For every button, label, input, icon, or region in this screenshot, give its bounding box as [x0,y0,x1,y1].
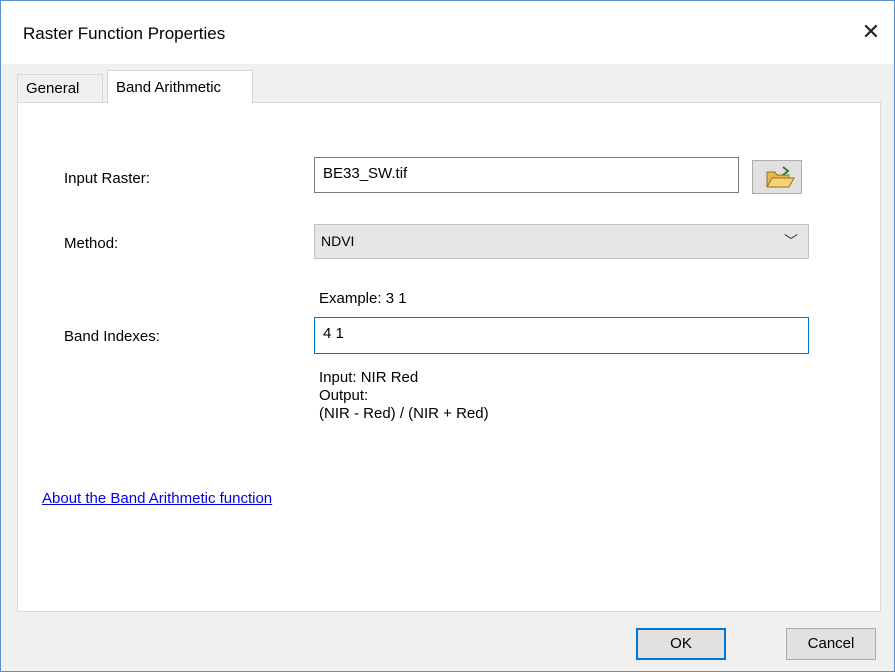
tab-band-arithmetic[interactable]: Band Arithmetic [107,70,253,104]
method-dropdown[interactable]: NDVI ﹀ [314,224,809,259]
title-bar: Raster Function Properties ✕ [1,1,894,64]
ok-button[interactable]: OK [636,628,726,660]
formula-hint: (NIR - Red) / (NIR + Red) [319,405,489,422]
band-indexes-label: Band Indexes: [64,328,160,345]
method-value: NDVI [321,233,355,249]
input-hint: Input: NIR Red [319,369,419,386]
open-folder-icon [766,166,795,188]
raster-function-properties-dialog: Raster Function Properties ✕ General Ban… [0,0,895,672]
browse-button[interactable] [752,160,802,194]
input-raster-field[interactable]: BE33_SW.tif [314,157,739,193]
method-label: Method: [64,235,119,252]
input-raster-label: Input Raster: [64,170,150,187]
dialog-title: Raster Function Properties [23,24,226,43]
tab-general[interactable]: General [17,74,103,103]
band-indexes-input[interactable]: 4 1 [314,317,809,354]
about-band-arithmetic-link[interactable]: About the Band Arithmetic function [42,490,272,507]
cancel-button[interactable]: Cancel [786,628,876,660]
output-hint: Output: [319,387,369,404]
close-icon: ✕ [861,19,881,44]
close-button[interactable]: ✕ [854,15,888,49]
band-example-hint: Example: 3 1 [319,290,407,307]
chevron-down-icon: ﹀ [784,233,798,249]
